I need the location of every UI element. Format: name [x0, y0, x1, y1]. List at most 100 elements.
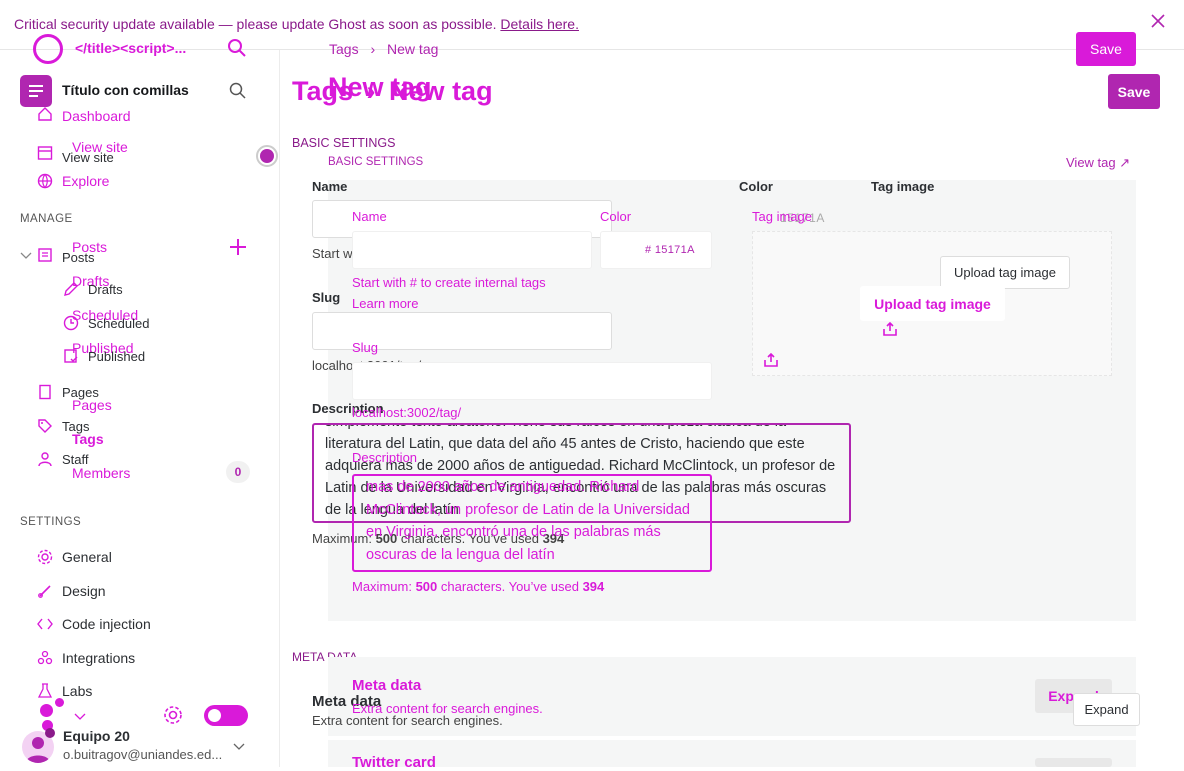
nav-design[interactable]: Design: [36, 582, 106, 600]
nav-scheduled[interactable]: Scheduled: [62, 314, 149, 332]
nav-design-label: Design: [62, 583, 106, 599]
description-counter-ghost: Maximum: 500 characters. You’ve used 394: [352, 579, 604, 594]
staff-icon: [36, 450, 54, 468]
meta-data-title-ghost: Meta data: [352, 677, 422, 694]
slug-url-preview-ghost: localhost:3002/tag/: [352, 405, 462, 420]
add-post-icon[interactable]: [229, 238, 247, 259]
basic-settings-heading: BASIC SETTINGS: [292, 136, 396, 150]
nav-published[interactable]: Published: [62, 347, 145, 365]
breadcrumb: Tags › New tag: [329, 41, 438, 57]
save-button[interactable]: Save: [1076, 32, 1136, 66]
nav-view-site-ghost: View site: [72, 139, 128, 155]
name-input-ghost[interactable]: [352, 231, 592, 269]
slug-label: Slug: [312, 290, 341, 305]
tag-image-label: Tag image: [871, 179, 935, 194]
home-icon: [36, 105, 54, 123]
nav-drafts-label: Drafts: [88, 281, 123, 297]
chevron-down-icon[interactable]: [20, 249, 32, 264]
posts-icon: [36, 246, 54, 264]
ghost-logo-icon: [33, 34, 63, 64]
counter-middle-ghost: characters. You’ve used: [440, 579, 579, 594]
upload-icon: [883, 321, 897, 339]
nav-integrations-label: Integrations: [62, 650, 136, 666]
view-tag-link[interactable]: View tag ↗: [1066, 155, 1130, 171]
user-name: Equipo 20: [63, 728, 130, 744]
slug-label-ghost: Slug: [352, 340, 379, 355]
meta-expand-button-back[interactable]: Expand: [1073, 693, 1140, 726]
avatar-status-dot: [45, 728, 55, 738]
nav-general[interactable]: General: [36, 548, 112, 566]
clock-icon: [62, 314, 80, 332]
nav-general-label: General: [62, 549, 112, 565]
close-icon[interactable]: [1150, 12, 1168, 34]
twitter-expand-button[interactable]: [1035, 758, 1112, 767]
page-title-ghost: New tag: [328, 72, 432, 102]
nav-tags-ghost: Tags: [72, 431, 104, 447]
upload-tag-image-button[interactable]: Upload tag image: [940, 256, 1070, 289]
integrations-icon: [36, 649, 54, 667]
code-icon: [36, 615, 54, 633]
status-dot: [256, 145, 278, 167]
page-icon: [36, 383, 54, 401]
dark-mode-toggle[interactable]: [204, 705, 248, 726]
upload-icon: [764, 352, 778, 370]
meta-divider: [328, 736, 1136, 740]
counter-used-ghost: 394: [582, 579, 605, 594]
site-title-ghost: </title><script>...: [75, 40, 187, 56]
pencil-icon: [62, 280, 80, 298]
save-button-primary[interactable]: Save: [1108, 74, 1160, 109]
color-label: Color: [739, 179, 773, 194]
color-hex-ghost: # 15171A: [645, 244, 695, 256]
internal-tag-hint-ghost: Start with # to create internal tags: [352, 275, 546, 290]
tag-icon: [36, 417, 54, 435]
description-label-ghost: Description: [352, 450, 418, 465]
sidebar: </title><script>... Título con comillas …: [0, 34, 280, 767]
upload-tag-image-button-ghost[interactable]: Upload tag image: [860, 286, 1005, 321]
nav-integrations[interactable]: Integrations: [36, 649, 135, 667]
banner-message: Critical security update available — ple…: [14, 16, 497, 32]
description-text-ghost: mas de 2000 años de antiguedad. Richard …: [366, 479, 690, 563]
slug-input-ghost[interactable]: [352, 362, 712, 400]
meta-data-subtitle-ghost: Extra content for search engines.: [352, 701, 543, 716]
nav-dashboard-label: Dashboard: [62, 108, 131, 124]
nav-explore-label: Explore: [62, 173, 110, 189]
nav-code-injection-label: Code injection: [62, 616, 151, 632]
breadcrumb-tags-link[interactable]: Tags: [329, 41, 359, 57]
description-textarea-ghost[interactable]: mas de 2000 años de antiguedad. Richard …: [352, 474, 712, 572]
nav-dashboard[interactable]: Dashboard: [36, 105, 131, 124]
learn-more-link-ghost[interactable]: Learn more: [352, 296, 418, 311]
color-input[interactable]: # 15171A: [600, 231, 712, 269]
color-label-ghost: Color: [600, 209, 632, 224]
nav-drafts[interactable]: Drafts: [62, 280, 123, 298]
search-icon[interactable]: [227, 38, 247, 61]
user-email: o.buitragov@uniandes.ed...: [63, 747, 223, 762]
settings-gear-icon[interactable]: [163, 705, 183, 728]
nav-posts-ghost: Posts: [72, 239, 108, 255]
breadcrumb-current: New tag: [387, 41, 439, 57]
manage-heading: MANAGE: [20, 213, 73, 225]
nav-code-injection[interactable]: Code injection: [36, 615, 151, 633]
site-logo: [20, 75, 52, 107]
browser-icon: [36, 144, 54, 162]
nav-pages-ghost: Pages: [72, 397, 112, 413]
user-menu-dots-icon[interactable]: [38, 698, 68, 731]
nav-explore[interactable]: Explore: [36, 172, 109, 190]
chevron-down-icon[interactable]: [233, 740, 245, 755]
tag-image-label-ghost: Tag image: [752, 209, 812, 224]
banner-details-link[interactable]: Details here.: [500, 16, 579, 32]
site-title[interactable]: Título con comillas: [62, 82, 189, 98]
name-label-ghost: Name: [352, 209, 387, 224]
counter-max-ghost: 500: [415, 579, 438, 594]
settings-heading: SETTINGS: [20, 516, 82, 528]
counter-prefix-ghost: Maximum:: [352, 579, 412, 594]
nav-members-label[interactable]: Members: [72, 465, 130, 481]
banner-text: Critical security update available — ple…: [14, 16, 579, 32]
twitter-card-title[interactable]: Twitter card: [352, 754, 436, 771]
published-icon: [62, 347, 80, 365]
nav-published-label: Published: [88, 348, 146, 364]
chevron-down-icon[interactable]: [74, 710, 86, 725]
nav-labs-label: Labs: [62, 683, 93, 699]
name-label: Name: [312, 179, 348, 194]
search-icon[interactable]: [229, 82, 247, 103]
basic-settings-heading-ghost: BASIC SETTINGS: [328, 156, 424, 168]
